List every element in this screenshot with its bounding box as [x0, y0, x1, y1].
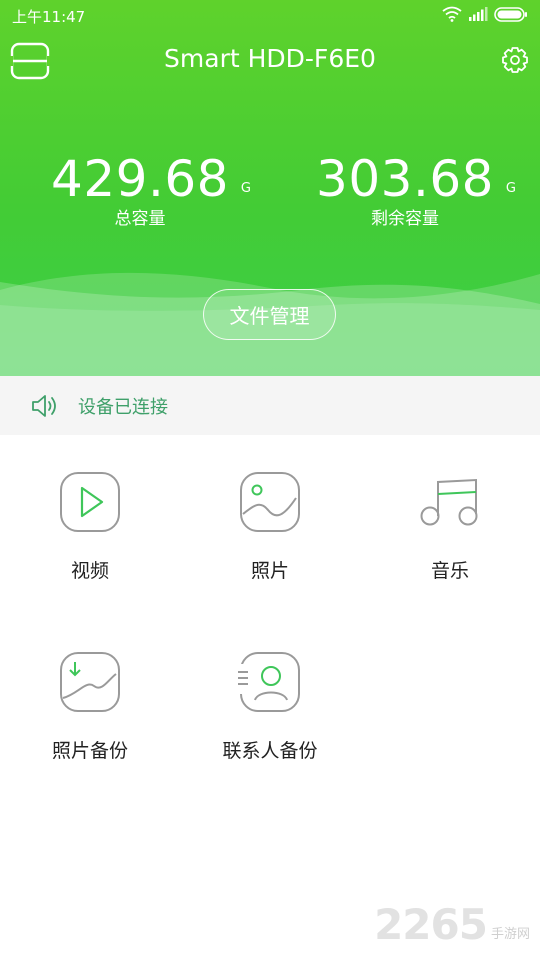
- status-icons: [442, 6, 528, 22]
- tile-video-label: 视频: [70, 560, 109, 582]
- wifi-icon: [442, 6, 462, 22]
- page-title: Smart HDD-F6E0: [164, 44, 376, 73]
- total-capacity: 429.68 G 总容量: [15, 150, 265, 229]
- tile-photo-backup-label: 照片备份: [51, 740, 128, 762]
- music-note-icon: [420, 478, 478, 526]
- header: 上午11:47 Smart HDD-F6E0 429.68 G 总容量 303.…: [0, 0, 540, 376]
- photo-icon: [240, 472, 300, 532]
- tile-contact-backup-label: 联系人备份: [222, 740, 318, 762]
- contact-backup-icon: [238, 652, 300, 712]
- play-icon: [60, 472, 120, 532]
- gear-icon[interactable]: [500, 45, 530, 75]
- watermark-suffix: 手游网: [490, 927, 530, 942]
- signal-icon: [469, 7, 488, 21]
- file-management-button[interactable]: 文件管理: [203, 289, 336, 340]
- tile-music[interactable]: 音乐: [390, 470, 510, 583]
- tile-music-label: 音乐: [430, 560, 469, 582]
- remaining-capacity: 303.68 G 剩余容量: [280, 150, 530, 229]
- battery-icon: [494, 6, 527, 22]
- remaining-capacity-value: 303.68: [316, 150, 494, 208]
- photo-backup-icon: [60, 652, 120, 712]
- total-capacity-value: 429.68: [51, 150, 229, 208]
- connection-status-bar: 设备已连接: [0, 376, 540, 435]
- speaker-icon: [32, 394, 56, 417]
- tile-video[interactable]: 视频: [30, 470, 150, 583]
- connection-status-text: 设备已连接: [78, 396, 168, 418]
- total-capacity-unit: G: [240, 181, 251, 196]
- tile-photo-backup[interactable]: 照片备份: [30, 650, 150, 763]
- watermark-logo: 2265 手游网: [374, 904, 530, 946]
- tile-photos-label: 照片: [250, 560, 289, 582]
- tile-contact-backup[interactable]: 联系人备份: [210, 650, 330, 763]
- status-bar: 上午11:47: [0, 0, 540, 32]
- tile-photos[interactable]: 照片: [210, 470, 330, 583]
- watermark-number: 2265: [374, 900, 488, 949]
- remaining-capacity-unit: G: [505, 181, 516, 196]
- status-time: 上午11:47: [12, 8, 86, 26]
